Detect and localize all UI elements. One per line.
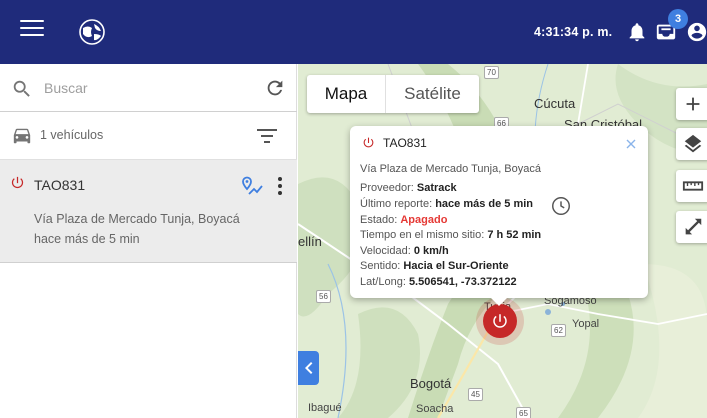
road-shield: 62 [551,324,566,337]
vehicle-address: Vía Plaza de Mercado Tunja, Boyacá [34,212,240,226]
popup-provider-row: Proveedor: Satrack [360,182,457,194]
vehicle-last-seen: hace más de 5 min [34,232,140,246]
fullscreen-button[interactable] [676,211,707,243]
state-label: Estado: [360,214,401,226]
vehicles-sidebar: 1 vehículos TAO831 Vía Plaza de Mercado … [0,64,297,418]
popup-plate: TAO831 [383,136,427,150]
close-icon[interactable] [626,139,636,149]
provider-value: Satrack [416,182,457,194]
popup-last-report-row: Último reporte: hace más de 5 min [360,198,533,210]
road-shield: 56 [316,290,331,303]
vehicle-plate: TAO831 [34,177,86,193]
search-icon [13,80,30,97]
popup-same-place-row: Tiempo en el mismo sitio: 7 h 52 min [360,229,541,241]
bell-icon[interactable] [626,21,648,43]
collapse-sidebar-button[interactable] [298,351,319,385]
filter-icon[interactable] [256,127,278,145]
road-shield: 70 [484,66,499,79]
popup-address: Vía Plaza de Mercado Tunja, Boyacá [360,163,541,175]
map-label-cucuta: Cúcuta [534,96,576,111]
popup-direction-row: Sentido: Hacia el Sur-Oriente [360,260,509,272]
popup-state-row: Estado: Apagado [360,214,447,226]
vehicle-info-popup: TAO831 Vía Plaza de Mercado Tunja, Boyac… [350,126,648,306]
map-label-medellin: ellín [298,234,322,249]
ruler-button[interactable] [676,170,707,202]
account-circle-icon[interactable] [686,21,707,43]
search-input[interactable] [44,76,244,100]
speed-value: 0 km/h [413,245,449,257]
vehicle-map-marker[interactable] [483,304,517,338]
chevron-left-icon [305,362,313,374]
map-type-satellite-tab[interactable]: Satélite [386,75,479,113]
expand-icon [685,218,702,235]
state-value: Apagado [400,214,448,226]
map-label-bogota: Bogotá [410,376,452,391]
latlong-label: Lat/Long: [360,276,409,288]
popup-speed-row: Velocidad: 0 km/h [360,245,449,257]
route-location-icon[interactable] [240,175,264,197]
ruler-icon [682,181,704,191]
road-shield: 65 [516,407,531,418]
vehicle-list-item[interactable]: TAO831 Vía Plaza de Mercado Tunja, Boyac… [0,160,297,263]
provider-label: Proveedor: [360,182,417,194]
vehicles-count-row: 1 vehículos [0,112,297,160]
layers-icon [684,134,702,153]
map-label-soacha: Soacha [416,403,454,415]
menu-icon[interactable] [20,20,44,40]
power-marker-icon [493,314,507,328]
more-vert-icon[interactable] [272,176,288,196]
notification-badge[interactable]: 3 [668,9,688,29]
plus-icon [686,97,700,111]
speed-label: Velocidad: [360,245,414,257]
power-status-icon [11,176,24,189]
map-type-map-tab[interactable]: Mapa [307,75,386,113]
vehicles-count-label: 1 vehículos [40,128,104,142]
clock-icon [552,197,570,215]
last-report-value: hace más de 5 min [435,198,534,210]
map-type-toggle: Mapa Satélite [307,75,479,113]
zoom-in-button[interactable] [676,88,707,120]
last-report-label: Último reporte: [360,198,436,210]
power-status-icon [363,137,374,148]
same-place-label: Tiempo en el mismo sitio: [360,229,488,241]
direction-value: Hacia el Sur-Oriente [403,260,509,272]
search-bar [0,64,297,112]
layers-button[interactable] [676,128,707,160]
popup-latlong-row: Lat/Long: 5.506541, -73.372122 [360,276,517,288]
direction-label: Sentido: [360,260,404,272]
current-time: 4:31:34 p. m. [534,25,613,39]
car-icon [13,128,31,144]
same-place-value: 7 h 52 min [487,229,542,241]
globe-logo-icon[interactable] [79,19,105,45]
road-shield: 45 [468,388,483,401]
latlong-value: 5.506541, -73.372122 [408,276,517,288]
map-label-yopal: Yopal [572,318,600,330]
top-app-bar: 4:31:34 p. m. 3 [0,0,707,64]
refresh-icon[interactable] [264,77,286,99]
map-label-ibague: Ibagué [308,402,342,414]
